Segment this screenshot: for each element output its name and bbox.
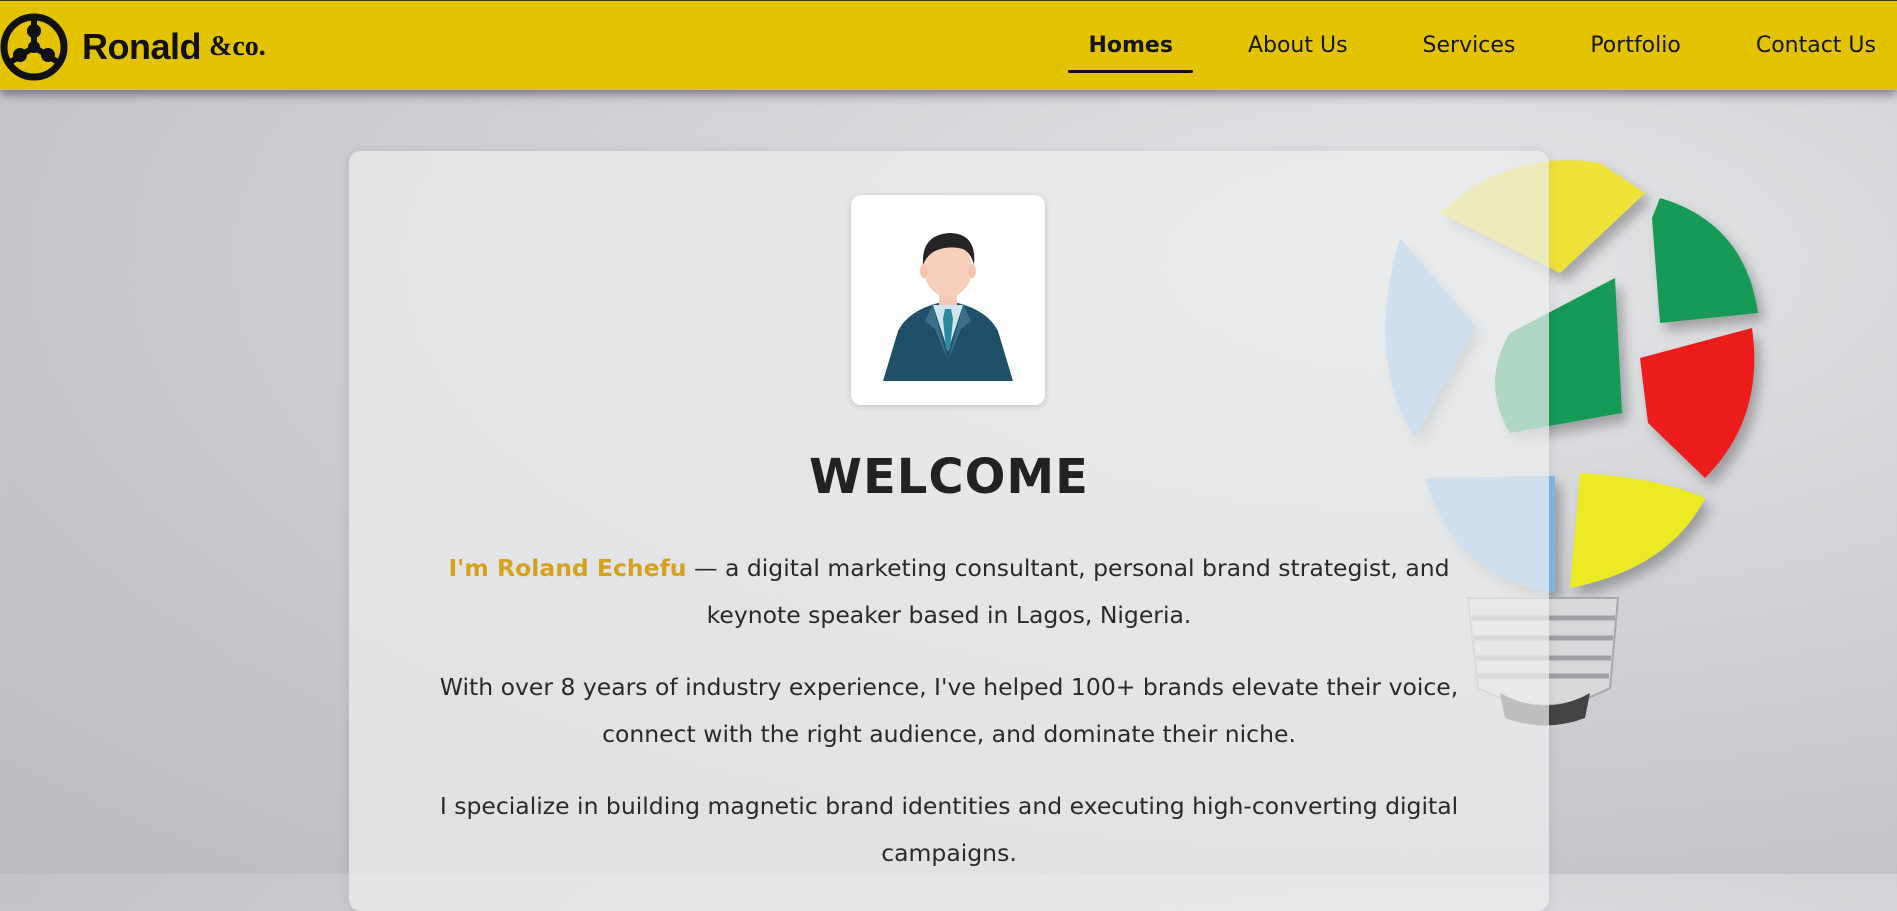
page-title: WELCOME [809, 449, 1089, 505]
main-nav: Homes About Us Services Portfolio Contac… [1068, 1, 1897, 91]
brand-name: Ronald [82, 26, 202, 67]
specialty-paragraph: I specialize in building magnetic brand … [439, 792, 1459, 867]
wheel-logo-icon [0, 13, 68, 81]
experience-paragraph: With over 8 years of industry experience… [439, 673, 1459, 748]
nav-item-homes[interactable]: Homes [1068, 1, 1194, 91]
intro-paragraph: I'm Roland Echefu — a digital marketing … [399, 545, 1499, 639]
intro-name: I'm Roland Echefu [448, 554, 687, 582]
nav-item-contact-us[interactable]: Contact Us [1752, 1, 1880, 91]
nav-item-services[interactable]: Services [1419, 1, 1520, 91]
businessman-avatar-icon [883, 233, 1013, 381]
nav-item-portfolio[interactable]: Portfolio [1586, 1, 1685, 91]
nav-item-about-us[interactable]: About Us [1244, 1, 1352, 91]
brand-logo-link[interactable]: Ronald &co. [0, 13, 266, 81]
welcome-card: WELCOME I'm Roland Echefu — a digital ma… [349, 151, 1549, 911]
intro-text: — a digital marketing consultant, person… [686, 554, 1450, 629]
brand-suffix: &co. [209, 31, 266, 62]
avatar [851, 195, 1045, 405]
navbar: Ronald &co. Homes About Us Services Port… [0, 0, 1897, 90]
